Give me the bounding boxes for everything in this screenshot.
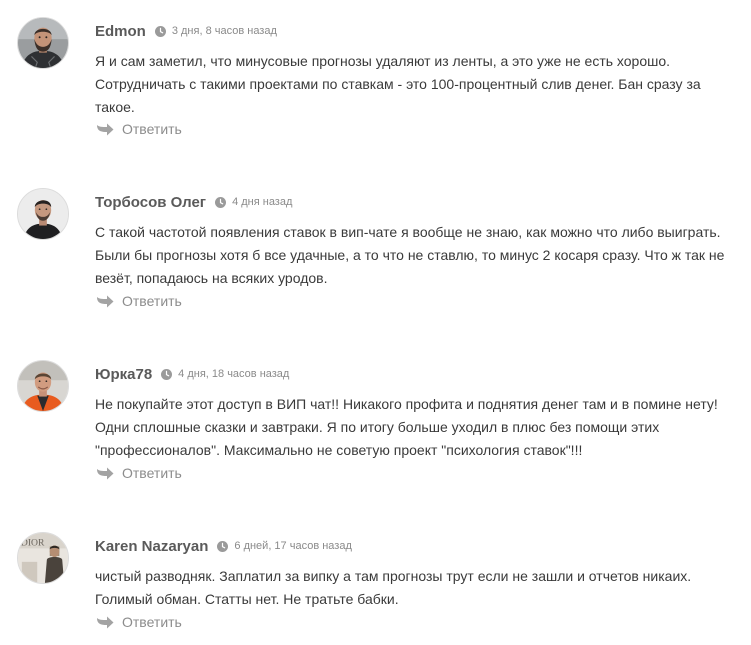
comment-author[interactable]: Karen Nazaryan (95, 538, 208, 555)
reply-label: Ответить (122, 121, 182, 137)
comment-line: Были бы прогнозы хотя б все удачные, а т… (95, 247, 725, 263)
comment-line: чистый разводняк. Заплатил за випку а та… (95, 568, 692, 584)
clock-icon (217, 540, 229, 552)
comment-text: С такой частотой появления ставок в вип-… (95, 221, 745, 290)
man-portrait-avatar[interactable] (17, 188, 69, 240)
comment-meta: Karen Nazaryan 6 дней, 17 часов назад (95, 535, 352, 557)
man-orange-jacket-avatar[interactable] (17, 360, 69, 412)
clock-icon (215, 196, 227, 208)
reply-arrow-icon (96, 615, 114, 629)
clock-icon (154, 25, 166, 37)
reply-button[interactable]: Ответить (96, 121, 182, 137)
reply-button[interactable]: Ответить (96, 465, 182, 481)
comment-line: везёт, попадаюсь на всяких уродов. (95, 270, 328, 286)
reply-arrow-icon (96, 122, 114, 136)
comment-line: Я и сам заметил, что минусовые прогнозы … (95, 53, 671, 69)
reply-label: Ответить (122, 293, 182, 309)
store-sign-text: DIOR (21, 538, 45, 549)
comment-text: Не покупайте этот доступ в ВИП чат!! Ник… (95, 393, 745, 462)
comment-meta: Торбосов Олег 4 дня назад (95, 191, 292, 213)
comment-time: 4 дня, 18 часов назад (178, 368, 290, 380)
comment-line: С такой частотой появления ставок в вип-… (95, 224, 721, 240)
comment-meta: Edmon 3 дня, 8 часов назад (95, 20, 277, 42)
clock-icon (161, 368, 173, 380)
reply-label: Ответить (122, 614, 182, 630)
comment-author[interactable]: Торбосов Олег (95, 194, 206, 211)
reply-button[interactable]: Ответить (96, 293, 182, 309)
comment-line: Сотрудничать с такими проектами по ставк… (95, 76, 701, 92)
comment-line: "профессионалов". Максимально не советую… (95, 442, 583, 458)
comment-line: Не покупайте этот доступ в ВИП чат!! Ник… (95, 396, 718, 412)
comment-line: такое. (95, 99, 135, 115)
comment-text: чистый разводняк. Заплатил за випку а та… (95, 565, 745, 611)
reply-label: Ответить (122, 465, 182, 481)
bearded-man-avatar[interactable] (17, 17, 69, 69)
comment-time: 4 дня назад (232, 196, 293, 208)
reply-arrow-icon (96, 294, 114, 308)
comment-line: Голимый обман. Статты нет. Не тратьте ба… (95, 591, 399, 607)
comment-time: 6 дней, 17 часов назад (234, 540, 352, 552)
comment-author[interactable]: Edmon (95, 23, 146, 40)
reply-arrow-icon (96, 466, 114, 480)
man-in-store-avatar[interactable]: DIOR (17, 532, 69, 584)
reply-button[interactable]: Ответить (96, 614, 182, 630)
comment-text: Я и сам заметил, что минусовые прогнозы … (95, 50, 745, 119)
comment-author[interactable]: Юрка78 (95, 366, 152, 383)
comment-time: 3 дня, 8 часов назад (171, 25, 277, 37)
comment-meta: Юрка78 4 дня, 18 часов назад (95, 363, 289, 385)
comment-line: Одни сплошные сказки и завтраки. Я по ит… (95, 419, 660, 435)
